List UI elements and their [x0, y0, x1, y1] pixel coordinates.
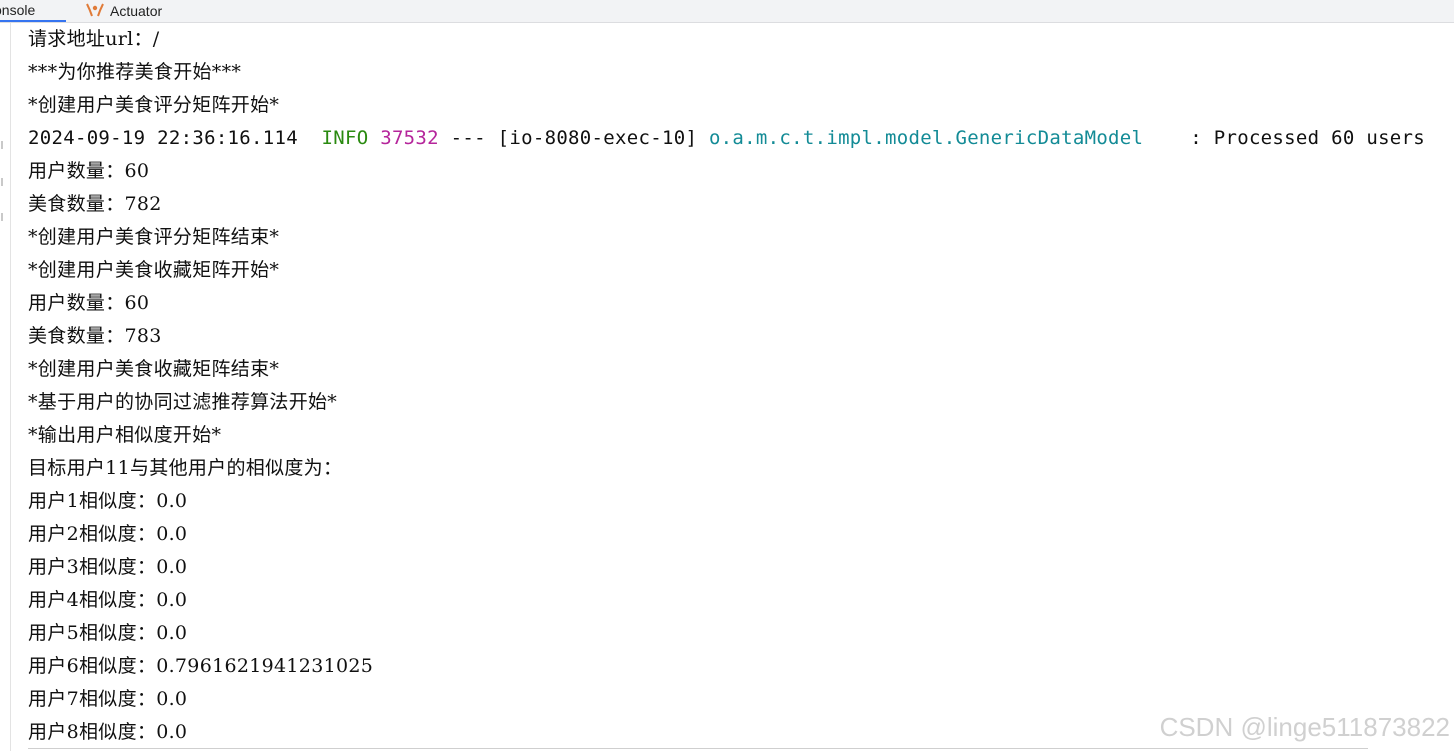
console-line: 用户数量：60 [28, 160, 150, 182]
tab-actuator-label: Actuator [110, 3, 163, 19]
tool-window-tab-bar: onsole Actuator [0, 0, 1454, 23]
tab-console[interactable]: onsole [0, 0, 66, 22]
gutter-marker [1, 141, 3, 149]
console-line: ***为你推荐美食开始*** [28, 61, 242, 83]
log-timestamp: 2024-09-19 22:36:16.114 [28, 127, 298, 149]
gutter-marker [1, 213, 3, 221]
log-logger: o.a.m.c.t.impl.model.GenericDataModel [708, 127, 1144, 149]
console-line: 美食数量：783 [28, 325, 162, 347]
console-output[interactable]: 请求地址url：/ ***为你推荐美食开始*** *创建用户美食评分矩阵开始* … [28, 23, 1454, 751]
tab-console-label: onsole [0, 2, 36, 18]
console-line: 用户1相似度：0.0 [28, 490, 188, 512]
console-gutter [0, 23, 11, 751]
gutter-marker [1, 178, 3, 186]
log-level: INFO [321, 127, 369, 149]
console-line: 用户3相似度：0.0 [28, 556, 188, 578]
log-pid: 37532 [380, 127, 439, 149]
console-line: *输出用户相似度开始* [28, 424, 222, 446]
console-line: *创建用户美食收藏矩阵开始* [28, 259, 280, 281]
log-thread: [io-8080-exec-10] [497, 127, 698, 149]
console-line: 用户4相似度：0.0 [28, 589, 188, 611]
console-line: *基于用户的协同过滤推荐算法开始* [28, 391, 338, 413]
console-line: 用户数量：60 [28, 292, 150, 314]
log-message: : Processed 60 users [1190, 127, 1426, 149]
console-line: 用户5相似度：0.0 [28, 622, 188, 644]
console-line: 目标用户11与其他用户的相似度为： [28, 457, 343, 479]
console-line: 美食数量：782 [28, 193, 162, 215]
console-bottom-divider [28, 748, 1368, 749]
actuator-icon [84, 2, 106, 21]
tab-actuator[interactable]: Actuator [84, 0, 162, 22]
console-line: *创建用户美食评分矩阵开始* [28, 94, 280, 116]
log-line: 2024-09-19 22:36:16.114 INFO 37532 --- [… [28, 122, 1454, 155]
console-line: 用户2相似度：0.0 [28, 523, 188, 545]
console-line: *创建用户美食评分矩阵结束* [28, 226, 280, 248]
console-line: 请求地址url：/ [28, 28, 160, 50]
console-line: 用户6相似度：0.7961621941231025 [28, 655, 374, 677]
console-line: *创建用户美食收藏矩阵结束* [28, 358, 280, 380]
watermark: CSDN @linge511873822 [1159, 712, 1450, 742]
log-separator: --- [450, 127, 486, 149]
